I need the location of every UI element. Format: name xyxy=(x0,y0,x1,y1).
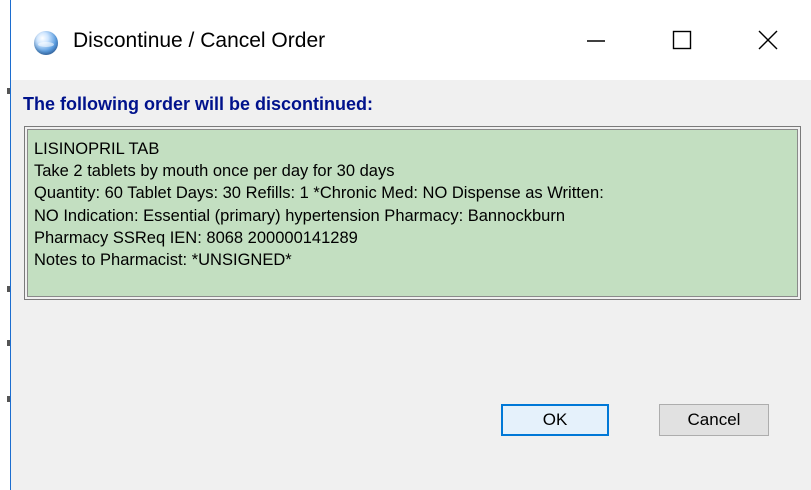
title-bar[interactable]: Discontinue / Cancel Order xyxy=(11,0,811,80)
order-line: Take 2 tablets by mouth once per day for… xyxy=(34,162,395,181)
dialog-heading: The following order will be discontinued… xyxy=(23,94,373,114)
close-button[interactable] xyxy=(725,0,811,80)
close-icon xyxy=(758,30,778,50)
discontinue-order-dialog: Discontinue / Cancel Order The following… xyxy=(10,0,811,490)
order-line: Quantity: 60 Tablet Days: 30 Refills: 1 … xyxy=(34,184,604,203)
maximize-icon xyxy=(672,30,692,50)
order-line: Notes to Pharmacist: *UNSIGNED* xyxy=(34,251,292,270)
order-details-text[interactable]: LISINOPRIL TAB Take 2 tablets by mouth o… xyxy=(27,129,798,297)
window-title: Discontinue / Cancel Order xyxy=(73,29,326,52)
minimize-icon xyxy=(587,40,605,42)
maximize-button[interactable] xyxy=(639,0,725,80)
app-globe-icon xyxy=(34,31,58,55)
cancel-button[interactable]: Cancel xyxy=(659,404,769,436)
order-line: Pharmacy SSReq IEN: 8068 200000141289 xyxy=(34,228,358,247)
order-details-panel: LISINOPRIL TAB Take 2 tablets by mouth o… xyxy=(24,126,801,300)
minimize-button[interactable] xyxy=(553,0,639,80)
ok-button[interactable]: OK xyxy=(501,404,609,436)
order-line: NO Indication: Essential (primary) hyper… xyxy=(34,206,565,225)
order-line: LISINOPRIL TAB xyxy=(34,140,160,158)
